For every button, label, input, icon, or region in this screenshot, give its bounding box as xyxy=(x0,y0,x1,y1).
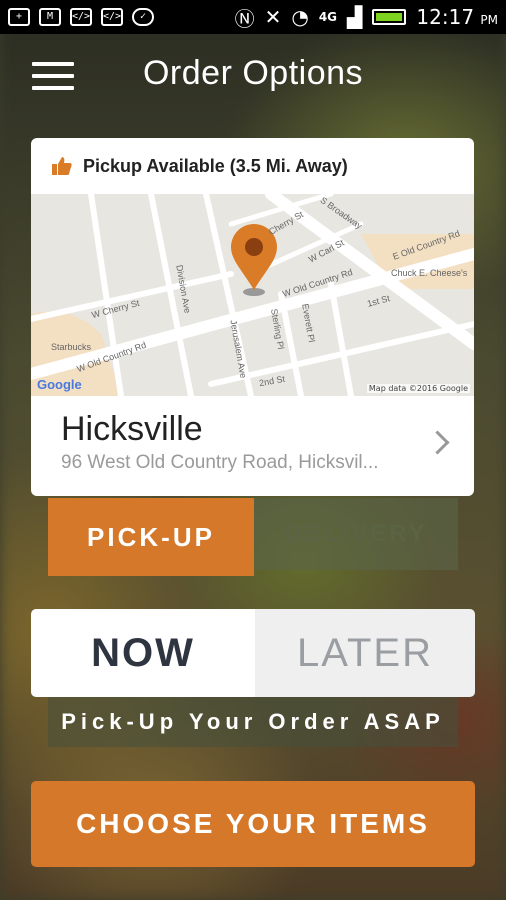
delivery-button[interactable]: DELIVERY xyxy=(254,498,458,570)
map[interactable]: Cherry St S Broadway W Carl St E Old Cou… xyxy=(31,194,474,396)
code-icon: </> xyxy=(101,8,123,26)
location-name: Hicksville xyxy=(61,410,203,448)
location-card[interactable]: Pickup Available (3.5 Mi. Away) Cherry S… xyxy=(31,138,474,496)
map-label: Chuck E. Cheese's xyxy=(391,268,468,278)
signal-icon: ▟ xyxy=(347,5,363,29)
wifi-icon: ◔ xyxy=(291,5,309,29)
pickup-button[interactable]: PICK-UP xyxy=(48,498,254,576)
map-label: Starbucks xyxy=(51,342,92,352)
location-row[interactable]: Hicksville 96 West Old Country Road, Hic… xyxy=(31,396,474,496)
chat-icon: ✓ xyxy=(132,8,154,26)
asap-message: Pick-Up Your Order ASAP xyxy=(48,697,458,747)
thumbs-up-icon xyxy=(51,155,73,177)
mail-icon: M xyxy=(39,8,61,26)
status-time: 12:17 PM xyxy=(416,5,498,29)
page-title: Order Options xyxy=(142,54,364,92)
now-button[interactable]: NOW xyxy=(31,609,255,697)
order-timing-toggle: NOW LATER xyxy=(31,609,475,697)
choose-items-button[interactable]: CHOOSE YOUR ITEMS xyxy=(31,781,475,867)
map-data-attribution: Map data ©2016 Google xyxy=(366,384,470,393)
google-logo: Google xyxy=(37,377,82,392)
status-bar: + M </> </> ✓ Ⓝ ✕ ◔ 4G ▟ 12:17 PM xyxy=(0,0,506,34)
chevron-right-icon[interactable] xyxy=(425,430,450,455)
pickup-availability: Pickup Available (3.5 Mi. Away) xyxy=(31,138,474,194)
mute-icon: ✕ xyxy=(264,5,282,29)
location-address: 96 West Old Country Road, Hicksvil... xyxy=(61,452,379,473)
code-icon: </> xyxy=(70,8,92,26)
order-method-toggle: PICK-UP DELIVERY xyxy=(48,498,458,576)
pickup-available-text: Pickup Available (3.5 Mi. Away) xyxy=(83,155,348,176)
battery-icon xyxy=(372,9,407,25)
nfc-icon: Ⓝ xyxy=(234,6,255,31)
header: Order Options xyxy=(0,34,506,124)
4g-lte-icon: 4G xyxy=(318,10,338,24)
later-button[interactable]: LATER xyxy=(255,609,475,697)
plus-icon: + xyxy=(8,8,30,26)
